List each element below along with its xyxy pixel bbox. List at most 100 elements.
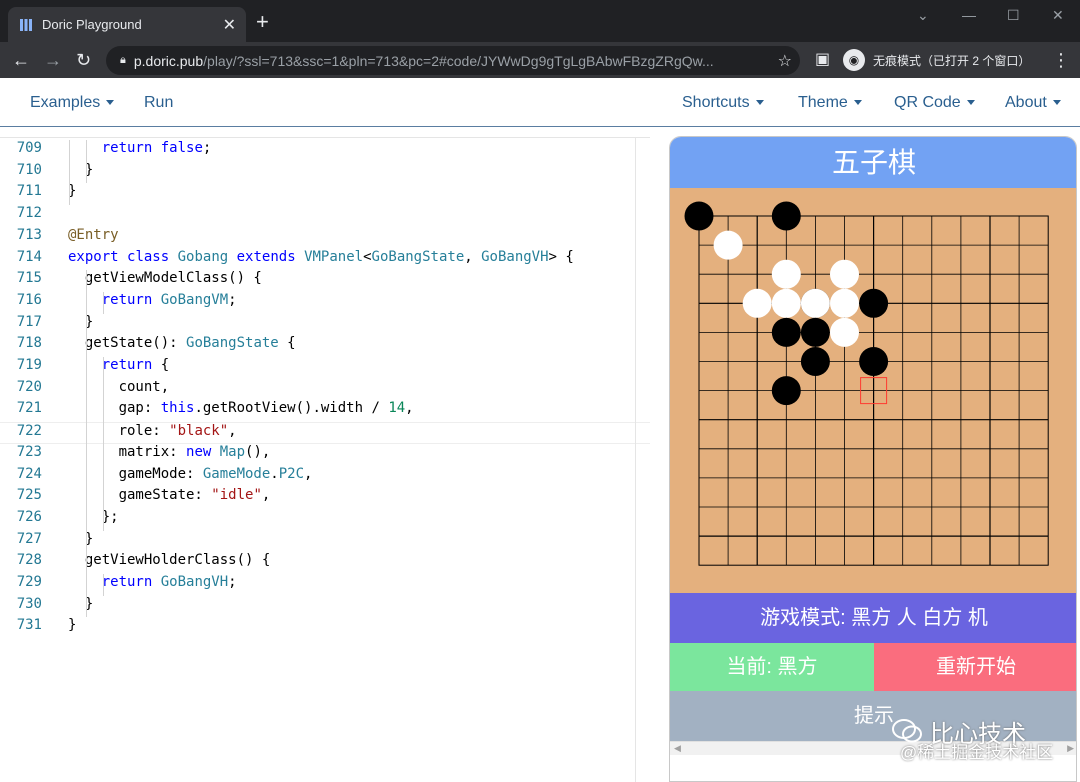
black-stone	[684, 201, 714, 231]
about-menu[interactable]: About	[1005, 94, 1061, 112]
tab-search-icon[interactable]: ⌄	[917, 7, 929, 24]
code-line[interactable]: 718 getState(): GoBangState {	[0, 335, 650, 357]
scroll-left-icon[interactable]: ◀	[674, 743, 681, 754]
scroll-right-icon[interactable]: ▶	[1067, 743, 1074, 754]
line-number: 729	[16, 574, 42, 590]
code-line[interactable]: 728 getViewHolderClass() {	[0, 552, 650, 574]
line-number: 719	[16, 357, 42, 373]
editor-top-border	[0, 137, 650, 138]
line-number: 722	[16, 423, 42, 440]
line-number: 717	[16, 313, 42, 330]
shortcuts-menu[interactable]: Shortcuts	[682, 94, 764, 112]
site-favicon-icon	[18, 17, 34, 33]
code-text: }	[68, 313, 94, 330]
code-text: };	[68, 508, 119, 525]
examples-label: Examples	[30, 94, 101, 111]
white-stone	[742, 288, 772, 318]
code-line[interactable]: 725 gameState: "idle",	[0, 487, 650, 509]
code-line[interactable]: 722 role: "black",	[0, 422, 650, 444]
indent-guide	[103, 291, 104, 314]
close-tab-icon[interactable]: ✕	[223, 15, 236, 35]
back-icon[interactable]: ←	[12, 50, 30, 70]
code-text: count,	[68, 378, 170, 395]
code-line[interactable]: 714 export class Gobang extends VMPanel<G…	[0, 249, 650, 271]
code-text: return {	[101, 357, 170, 373]
window-close-icon[interactable]: ✕	[1052, 7, 1064, 24]
white-stone	[771, 259, 801, 289]
indent-guide	[103, 508, 104, 531]
line-number: 731	[16, 617, 42, 634]
black-stone	[771, 201, 801, 231]
code-text: }	[68, 161, 94, 178]
lock-icon: 🔒︎	[120, 54, 126, 66]
tab-title: Doric Playground	[42, 17, 142, 32]
code-line[interactable]: 726 };	[0, 509, 650, 531]
code-text: matrix: new Map(),	[68, 443, 271, 460]
chevron-down-icon	[755, 100, 764, 106]
game-mode-button[interactable]: 游戏模式: 黑方 人 白方 机	[670, 593, 1076, 643]
code-line[interactable]: 712	[0, 205, 650, 227]
code-line[interactable]: 727 }	[0, 531, 650, 553]
white-stone	[800, 288, 830, 318]
current-player[interactable]: 当前: 黑方	[670, 643, 874, 691]
reload-icon[interactable]: ↻	[76, 50, 91, 70]
line-number: 723	[16, 443, 42, 460]
white-stone	[830, 317, 859, 347]
code-editor[interactable]: 709 return false; 710 } 711} 712 713 @Entry 71…	[0, 137, 650, 782]
code-line[interactable]: 710 }	[0, 162, 650, 184]
board-svg[interactable]	[670, 188, 1077, 593]
code-line[interactable]: 719 return {	[0, 357, 650, 379]
reading-mode-icon[interactable]: ▣	[815, 50, 830, 70]
code-line[interactable]: 724 gameMode: GameMode.P2C,	[0, 466, 650, 488]
line-number: 721	[16, 400, 42, 417]
examples-menu[interactable]: Examples	[30, 94, 115, 112]
game-title: 五子棋	[670, 137, 1076, 188]
theme-menu[interactable]: Theme	[798, 94, 862, 112]
black-stone	[771, 376, 801, 406]
code-line[interactable]: 730 }	[0, 596, 650, 618]
chevron-down-icon	[1052, 100, 1061, 106]
black-stone	[800, 347, 830, 376]
line-number: 713	[16, 226, 42, 243]
gobang-board[interactable]	[670, 188, 1077, 593]
address-bar[interactable]: 🔒︎ p.doric.pub /play/?ssl=713&ssc=1&pln=…	[106, 46, 800, 75]
bookmark-star-icon[interactable]: ☆	[778, 51, 792, 71]
maximize-icon[interactable]: ☐	[1007, 7, 1020, 24]
code-line[interactable]: 715 getViewModelClass() {	[0, 270, 650, 292]
browser-menu-icon[interactable]: ⋮	[1052, 50, 1070, 70]
indent-guide	[103, 574, 104, 596]
browser-tab[interactable]: Doric Playground ✕	[8, 7, 246, 42]
code-line[interactable]: 711}	[0, 183, 650, 205]
code-line[interactable]: 729 return GoBangVH;	[0, 574, 650, 596]
code-line[interactable]: 709 return false;	[0, 140, 650, 162]
qrcode-label: QR Code	[894, 94, 961, 111]
code-line[interactable]: 723 matrix: new Map(),	[0, 444, 650, 466]
url-path: /play/?ssl=713&ssc=1&pln=713&pc=2#code/J…	[203, 52, 714, 69]
indent-guide	[103, 357, 104, 531]
code-line[interactable]: 731}	[0, 617, 650, 639]
incognito-indicator[interactable]: ◉ 无痕模式（已打开 2 个窗口）	[843, 46, 1030, 74]
code-line[interactable]: 721 gap: this.getRootView().width / 14,	[0, 400, 650, 422]
black-stone	[771, 317, 801, 347]
theme-label: Theme	[798, 94, 848, 111]
forward-icon[interactable]: →	[44, 50, 62, 70]
qrcode-menu[interactable]: QR Code	[894, 94, 975, 112]
code-line[interactable]: 720 count,	[0, 379, 650, 401]
pane-splitter[interactable]	[635, 137, 636, 782]
black-stone	[859, 347, 889, 376]
line-number: 727	[16, 530, 42, 547]
white-stone	[830, 259, 859, 289]
minimize-icon[interactable]: —	[962, 7, 976, 23]
code-text: gap: this.getRootView().width / 14,	[68, 400, 414, 417]
indent-guide	[86, 140, 87, 184]
restart-button[interactable]: 重新开始	[874, 643, 1076, 691]
run-button[interactable]: Run	[144, 94, 173, 112]
new-tab-icon[interactable]: +	[256, 11, 269, 33]
code-line[interactable]: 717 }	[0, 314, 650, 336]
code-line[interactable]: 716 return GoBangVM;	[0, 292, 650, 314]
line-number: 715	[16, 270, 42, 287]
code-line[interactable]: 713 @Entry	[0, 227, 650, 249]
line-number: 730	[16, 595, 42, 612]
line-number: 724	[16, 465, 42, 482]
code-text: export class Gobang extends VMPanel<GoBa…	[68, 248, 574, 265]
